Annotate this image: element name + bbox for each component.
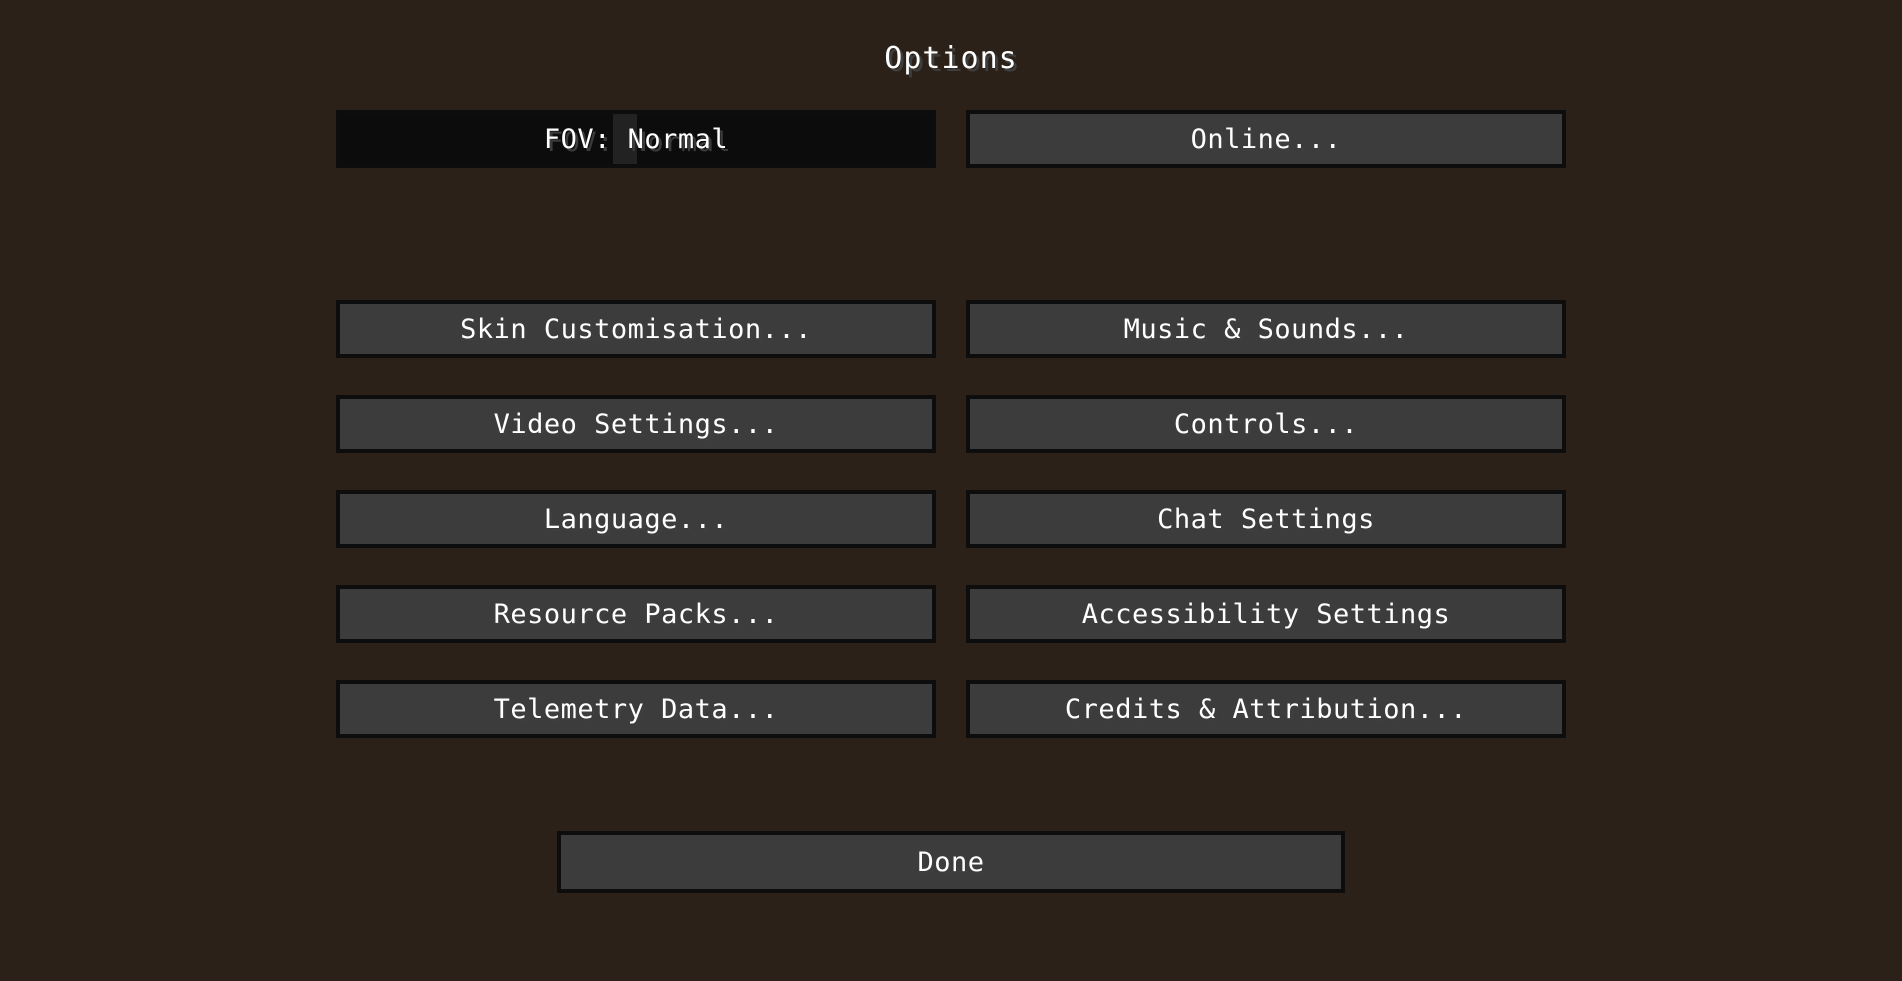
layout-spacer (336, 205, 1566, 263)
options-row-3: Language... Chat Settings (336, 490, 1566, 548)
options-row-top: FOV: Normal Online... (336, 110, 1566, 168)
footer-bar: Done (0, 831, 1902, 893)
accessibility-settings-button[interactable]: Accessibility Settings (966, 585, 1566, 643)
options-row-5: Telemetry Data... Credits & Attribution.… (336, 680, 1566, 738)
controls-button[interactable]: Controls... (966, 395, 1566, 453)
options-grid: FOV: Normal Online... Skin Customisation… (336, 110, 1566, 738)
page-title: Options (884, 41, 1018, 76)
credits-and-attribution-button[interactable]: Credits & Attribution... (966, 680, 1566, 738)
resource-packs-button[interactable]: Resource Packs... (336, 585, 936, 643)
chat-settings-button[interactable]: Chat Settings (966, 490, 1566, 548)
options-row-2: Video Settings... Controls... (336, 395, 1566, 453)
options-row-1: Skin Customisation... Music & Sounds... (336, 300, 1566, 358)
language-button[interactable]: Language... (336, 490, 936, 548)
fov-slider-label: FOV: Normal (543, 123, 729, 155)
telemetry-data-button[interactable]: Telemetry Data... (336, 680, 936, 738)
online-button[interactable]: Online... (966, 110, 1566, 168)
music-and-sounds-button[interactable]: Music & Sounds... (966, 300, 1566, 358)
options-row-4: Resource Packs... Accessibility Settings (336, 585, 1566, 643)
skin-customisation-button[interactable]: Skin Customisation... (336, 300, 936, 358)
video-settings-button[interactable]: Video Settings... (336, 395, 936, 453)
fov-slider[interactable]: FOV: Normal (336, 110, 936, 168)
done-button[interactable]: Done (557, 831, 1345, 893)
